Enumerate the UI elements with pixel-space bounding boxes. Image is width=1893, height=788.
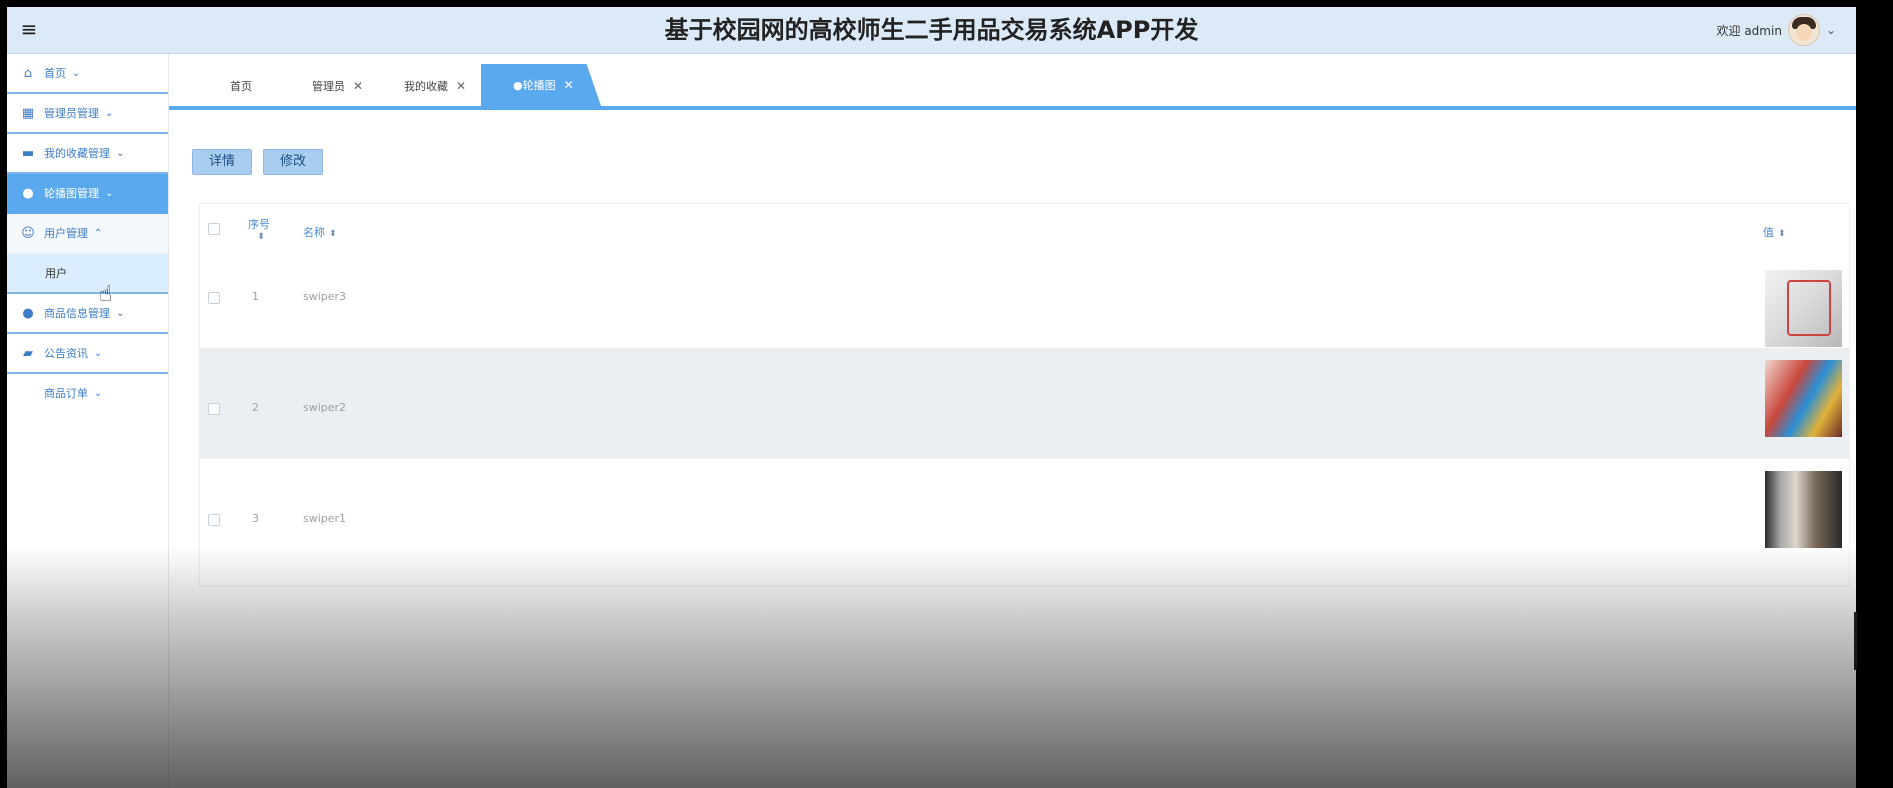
tab-admin[interactable]: 管理员 ✕	[312, 78, 363, 94]
folder-icon: ▬	[21, 145, 35, 161]
sidebar-item-products[interactable]: ● 商品信息管理 ⌄	[7, 294, 168, 334]
row-name: swiper1	[303, 512, 347, 525]
sidebar-item-carousel[interactable]: ● 轮播图管理 ⌄	[7, 174, 168, 214]
row-image	[1765, 360, 1842, 437]
sidebar-item-label: 商品订单	[44, 387, 88, 400]
chevron-down-icon: ⌄	[72, 67, 81, 79]
home-icon: ⌂	[23, 65, 33, 81]
page-title: 基于校园网的高校师生二手用品交易系统APP开发	[664, 16, 1199, 44]
close-icon[interactable]: ✕	[353, 79, 363, 93]
grid-icon: ▦	[21, 105, 35, 121]
row-index: 1	[252, 290, 259, 303]
sidebar-item-orders[interactable]: 商品订单 ⌄	[7, 374, 168, 412]
chevron-down-icon: ⌄	[116, 147, 125, 159]
tab-carousel[interactable]: ●轮播图 ✕	[481, 64, 601, 106]
scrollbar-handle[interactable]	[1854, 612, 1857, 670]
sidebar-item-users[interactable]: ☺ 用户管理 ⌃	[7, 214, 168, 254]
sidebar-item-label: 首页	[44, 67, 66, 80]
close-icon[interactable]: ✕	[456, 79, 466, 93]
row-image	[1765, 270, 1842, 347]
row-checkbox[interactable]	[208, 292, 220, 304]
sidebar-item-label: 用户	[45, 267, 67, 280]
table-row[interactable]: 1 swiper3	[200, 237, 1849, 348]
sidebar-item-home[interactable]: ⌂ 首页 ⌄	[7, 54, 168, 94]
welcome-text: 欢迎 admin	[1716, 23, 1782, 38]
row-name: swiper3	[303, 290, 347, 303]
table-row[interactable]: 2 swiper2	[200, 348, 1849, 459]
edit-button[interactable]: 修改	[263, 149, 324, 175]
sidebar-item-label: 轮播图管理	[44, 187, 99, 200]
sidebar-item-label: 我的收藏管理	[44, 147, 110, 160]
sidebar-item-label: 公告资讯	[44, 347, 88, 360]
chevron-down-icon: ⌄	[94, 347, 103, 359]
sidebar-subitem-user[interactable]: 用户	[7, 254, 168, 294]
data-table: 序号 ⬍ 名称 ⬍ 值 ⬍ 1 swiper3 2 swiper2 3 swipe	[199, 203, 1850, 587]
app-window: ≡ 基于校园网的高校师生二手用品交易系统APP开发 欢迎 admin ⌄ ⌂ 首…	[7, 7, 1856, 788]
sidebar-item-label: 用户管理	[44, 227, 88, 240]
sidebar-item-favorites[interactable]: ▬ 我的收藏管理 ⌄	[7, 134, 168, 174]
chevron-down-icon: ⌄	[105, 187, 114, 199]
row-name: swiper2	[303, 401, 347, 414]
sidebar-item-label: 管理员管理	[44, 107, 99, 120]
row-index: 3	[252, 512, 259, 525]
chevron-down-icon: ⌄	[105, 107, 114, 119]
row-index: 2	[252, 401, 259, 414]
chevron-down-icon: ⌄	[94, 387, 103, 399]
chevron-down-icon: ⌄	[116, 307, 125, 319]
sidebar-item-admin[interactable]: ▦ 管理员管理 ⌄	[7, 94, 168, 134]
circle-icon: ●	[22, 185, 34, 201]
user-icon: ☺	[21, 225, 35, 241]
tab-favorites[interactable]: 我的收藏 ✕	[404, 78, 466, 94]
table-row[interactable]: 3 swiper1	[200, 459, 1849, 570]
sidebar-item-label: 商品信息管理	[44, 307, 110, 320]
close-icon[interactable]: ✕	[564, 78, 574, 92]
tab-bar: 首页 管理员 ✕ 我的收藏 ✕ ●轮播图 ✕	[169, 64, 1856, 110]
sidebar: ⌂ 首页 ⌄ ▦ 管理员管理 ⌄ ▬ 我的收藏管理 ⌄ ● 轮播图管理 ⌄ ☺ …	[7, 54, 169, 788]
tab-home[interactable]: 首页	[230, 78, 252, 94]
circle-icon: ●	[22, 305, 34, 321]
detail-button[interactable]: 详情	[192, 149, 253, 175]
hand-cursor-icon: ☝	[99, 282, 113, 307]
user-menu[interactable]: 欢迎 admin ⌄	[1717, 12, 1836, 48]
sidebar-item-news[interactable]: ▰ 公告资讯 ⌄	[7, 334, 168, 374]
chevron-down-icon[interactable]: ⌄	[1826, 23, 1836, 37]
row-checkbox[interactable]	[208, 403, 220, 415]
avatar[interactable]	[1787, 14, 1820, 46]
chevron-up-icon: ⌃	[94, 227, 103, 239]
select-all-checkbox[interactable]	[208, 223, 220, 235]
row-image	[1765, 471, 1842, 548]
top-bar: ≡ 基于校园网的高校师生二手用品交易系统APP开发 欢迎 admin ⌄	[7, 7, 1856, 54]
briefcase-icon: ▰	[23, 345, 33, 361]
row-checkbox[interactable]	[208, 514, 220, 526]
